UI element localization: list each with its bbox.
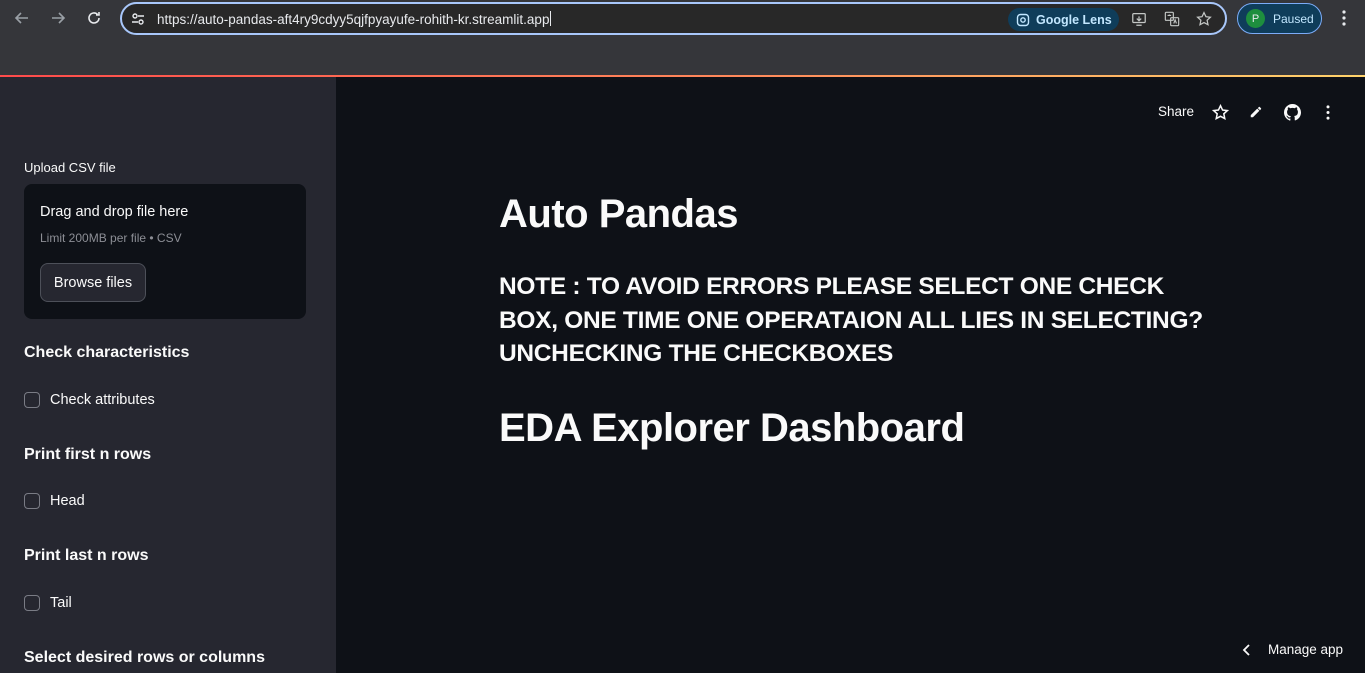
address-bar[interactable]: https://auto-pandas-aft4ry9cdyy5qjfpyayu… [120, 2, 1227, 35]
browser-toolbar: https://auto-pandas-aft4ry9cdyy5qjfpyayu… [0, 0, 1365, 76]
more-vertical-icon[interactable] [1318, 102, 1338, 122]
checkbox-label: Check attributes [50, 392, 155, 408]
avatar: P [1246, 9, 1265, 28]
checkbox-label: Head [50, 493, 85, 509]
reload-button[interactable] [82, 6, 106, 30]
back-button[interactable] [10, 6, 34, 30]
heading-print-last-rows: Print last n rows [24, 547, 149, 564]
profile-status: Paused [1273, 11, 1314, 26]
google-lens-label: Google Lens [1036, 12, 1112, 27]
checkbox-check-attributes[interactable]: Check attributes [24, 392, 155, 408]
url-value: https://auto-pandas-aft4ry9cdyy5qjfpyayu… [157, 12, 550, 27]
edit-pencil-icon[interactable] [1246, 102, 1266, 122]
forward-button[interactable] [46, 6, 70, 30]
heading-print-first-rows: Print first n rows [24, 446, 152, 463]
heading-check-characteristics: Check characteristics [24, 344, 190, 361]
lens-icon [1016, 13, 1030, 26]
url-text[interactable]: https://auto-pandas-aft4ry9cdyy5qjfpyayu… [157, 11, 552, 27]
page-title: Auto Pandas [499, 192, 738, 236]
checkbox-tail[interactable]: Tail [24, 595, 72, 611]
note-text: NOTE : TO AVOID ERRORS PLEASE SELECT ONE… [499, 273, 1203, 367]
file-dropzone[interactable]: Drag and drop file here Limit 200MB per … [24, 184, 306, 319]
bookmark-star-icon[interactable] [1195, 10, 1213, 28]
checkbox-box[interactable] [24, 493, 40, 509]
github-icon[interactable] [1282, 102, 1302, 122]
site-info-icon[interactable] [130, 11, 146, 27]
checkbox-label: Tail [50, 595, 72, 611]
browse-files-button[interactable]: Browse files [40, 263, 146, 302]
chevron-left-icon [1242, 643, 1250, 656]
google-lens-button[interactable]: Google Lens [1008, 8, 1119, 31]
heading-select-rows-columns: Select desired rows or columns [24, 649, 265, 666]
arrow-right-icon [52, 12, 66, 24]
dashboard-title: EDA Explorer Dashboard [499, 406, 965, 450]
browser-menu-icon[interactable] [1334, 8, 1354, 28]
install-app-icon[interactable] [1130, 10, 1148, 28]
translate-icon[interactable] [1163, 10, 1181, 28]
reload-icon [88, 12, 100, 24]
arrow-left-icon [14, 12, 28, 24]
uploader-label: Upload CSV file [24, 160, 116, 175]
manage-app-button[interactable]: Manage app [1240, 642, 1343, 657]
dropzone-limit: Limit 200MB per file • CSV [40, 231, 182, 245]
sidebar: Upload CSV file Drag and drop file here … [0, 77, 336, 673]
profile-button[interactable]: P Paused [1237, 3, 1322, 34]
checkbox-box[interactable] [24, 392, 40, 408]
star-icon[interactable] [1210, 102, 1230, 122]
dropzone-title: Drag and drop file here [40, 204, 189, 220]
text-caret [550, 11, 552, 26]
checkbox-box[interactable] [24, 595, 40, 611]
manage-app-label: Manage app [1268, 642, 1344, 657]
share-button[interactable]: Share [1158, 104, 1194, 119]
checkbox-head[interactable]: Head [24, 493, 85, 509]
